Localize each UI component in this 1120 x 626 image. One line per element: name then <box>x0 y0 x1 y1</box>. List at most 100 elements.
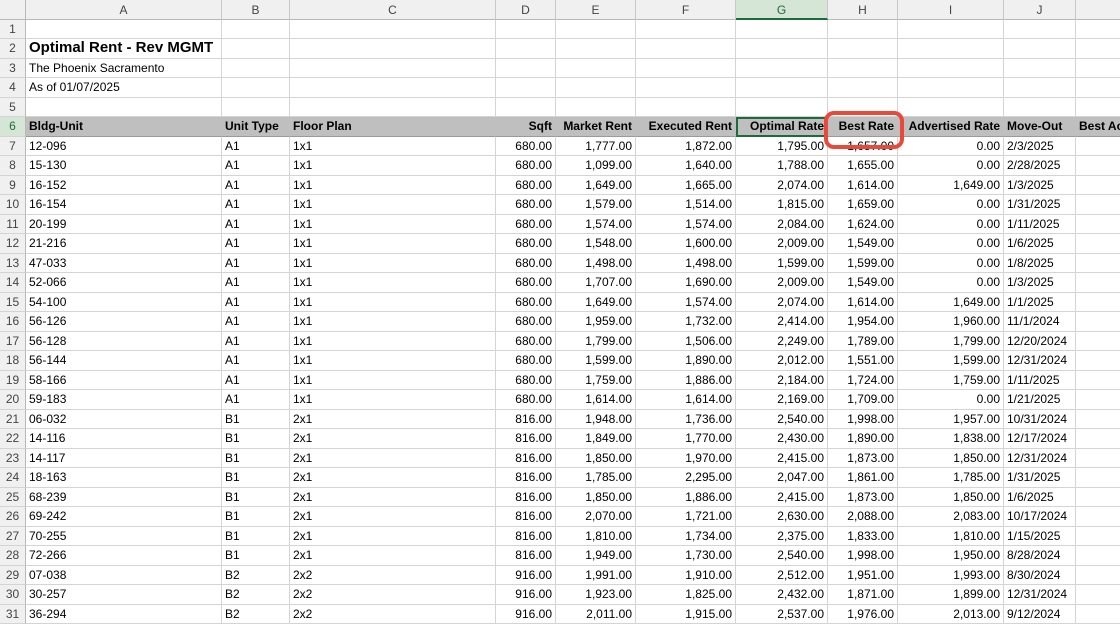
data-cell[interactable]: B1 <box>222 409 290 429</box>
data-cell[interactable]: 1x1 <box>290 273 496 293</box>
row-header-8[interactable]: 8 <box>0 156 26 176</box>
data-cell[interactable]: 816.00 <box>496 546 556 566</box>
cell[interactable] <box>222 97 290 117</box>
data-cell[interactable]: 10/17/2024 <box>1004 507 1076 527</box>
cell[interactable] <box>898 19 1004 39</box>
data-cell[interactable]: 1,950.00 <box>898 546 1004 566</box>
header-best-rate[interactable]: Best Rate <box>828 117 898 137</box>
data-cell[interactable]: 1/3/2025 <box>1004 273 1076 293</box>
data-cell[interactable]: 1,825.00 <box>636 585 736 605</box>
data-cell[interactable]: 1,998.00 <box>828 546 898 566</box>
cell[interactable] <box>496 78 556 98</box>
cell[interactable] <box>222 58 290 78</box>
data-cell[interactable]: 2x1 <box>290 526 496 546</box>
data-cell[interactable]: A1 <box>222 273 290 293</box>
data-cell[interactable]: 1,959.00 <box>556 312 636 332</box>
data-cell[interactable]: 1,960.00 <box>898 312 1004 332</box>
data-cell[interactable]: A1 <box>222 253 290 273</box>
cell[interactable] <box>222 78 290 98</box>
data-cell[interactable]: 680.00 <box>496 136 556 156</box>
cell[interactable] <box>1004 58 1076 78</box>
cell[interactable] <box>556 39 636 59</box>
data-cell[interactable]: 1x1 <box>290 195 496 215</box>
column-header-d[interactable]: D <box>496 0 556 20</box>
data-cell[interactable] <box>1076 410 1120 429</box>
header-best-ac[interactable]: Best Ac <box>1076 117 1120 137</box>
cell[interactable] <box>290 19 496 39</box>
data-cell[interactable]: B2 <box>222 565 290 585</box>
row-header-1[interactable]: 1 <box>0 19 26 39</box>
data-cell[interactable]: 1,970.00 <box>636 448 736 468</box>
data-cell[interactable] <box>1076 312 1120 332</box>
data-cell[interactable]: 2,630.00 <box>736 507 828 527</box>
column-header-g[interactable]: G <box>736 0 828 20</box>
header-sqft[interactable]: Sqft <box>496 117 556 137</box>
data-cell[interactable]: 1,659.00 <box>828 195 898 215</box>
data-cell[interactable]: 30-257 <box>26 585 222 605</box>
data-cell[interactable]: 1/31/2025 <box>1004 468 1076 488</box>
data-cell[interactable]: 1,871.00 <box>828 585 898 605</box>
data-cell[interactable]: 1,721.00 <box>636 507 736 527</box>
cell[interactable] <box>828 58 898 78</box>
cell[interactable] <box>736 58 828 78</box>
cell[interactable] <box>636 58 736 78</box>
data-cell[interactable]: 2x1 <box>290 409 496 429</box>
data-cell[interactable]: 2x1 <box>290 429 496 449</box>
data-cell[interactable]: 1,732.00 <box>636 312 736 332</box>
data-cell[interactable]: 1,777.00 <box>556 136 636 156</box>
cell[interactable] <box>828 19 898 39</box>
data-cell[interactable]: 1x1 <box>290 351 496 371</box>
data-cell[interactable]: A1 <box>222 370 290 390</box>
cell[interactable] <box>1076 59 1120 78</box>
data-cell[interactable]: 680.00 <box>496 156 556 176</box>
data-cell[interactable]: 2,512.00 <box>736 565 828 585</box>
data-cell[interactable]: 916.00 <box>496 565 556 585</box>
data-cell[interactable]: 56-128 <box>26 331 222 351</box>
cell[interactable] <box>636 78 736 98</box>
data-cell[interactable]: 1,795.00 <box>736 136 828 156</box>
data-cell[interactable]: 1,948.00 <box>556 409 636 429</box>
data-cell[interactable]: 12/31/2024 <box>1004 351 1076 371</box>
data-cell[interactable]: 0.00 <box>898 273 1004 293</box>
data-cell[interactable]: 1,649.00 <box>556 292 636 312</box>
data-cell[interactable]: 1,709.00 <box>828 390 898 410</box>
data-cell[interactable]: B1 <box>222 487 290 507</box>
cell[interactable] <box>222 39 290 59</box>
data-cell[interactable]: 21-216 <box>26 234 222 254</box>
data-cell[interactable]: 1,599.00 <box>736 253 828 273</box>
column-header-k[interactable]: K <box>1076 0 1120 20</box>
data-cell[interactable]: B1 <box>222 526 290 546</box>
data-cell[interactable]: 1x1 <box>290 292 496 312</box>
header-move-out[interactable]: Move-Out <box>1004 117 1076 137</box>
data-cell[interactable]: 06-032 <box>26 409 222 429</box>
data-cell[interactable] <box>1076 527 1120 546</box>
data-cell[interactable]: 2,169.00 <box>736 390 828 410</box>
cell[interactable] <box>556 58 636 78</box>
data-cell[interactable]: 2x1 <box>290 507 496 527</box>
header-optimal-rate[interactable]: Optimal Rate <box>736 117 828 137</box>
data-cell[interactable]: 816.00 <box>496 409 556 429</box>
data-cell[interactable] <box>1076 215 1120 234</box>
data-cell[interactable]: 816.00 <box>496 448 556 468</box>
data-cell[interactable]: 680.00 <box>496 175 556 195</box>
data-cell[interactable]: 0.00 <box>898 234 1004 254</box>
row-header-9[interactable]: 9 <box>0 175 26 195</box>
data-cell[interactable]: 2,012.00 <box>736 351 828 371</box>
data-cell[interactable]: 11/1/2024 <box>1004 312 1076 332</box>
data-cell[interactable]: 1/6/2025 <box>1004 234 1076 254</box>
data-cell[interactable]: A1 <box>222 312 290 332</box>
data-cell[interactable]: 1,910.00 <box>636 565 736 585</box>
data-cell[interactable]: A1 <box>222 156 290 176</box>
row-header-4[interactable]: 4 <box>0 78 26 98</box>
data-cell[interactable]: 10/31/2024 <box>1004 409 1076 429</box>
data-cell[interactable]: 1,665.00 <box>636 175 736 195</box>
row-header-26[interactable]: 26 <box>0 507 26 527</box>
data-cell[interactable]: 1,498.00 <box>636 253 736 273</box>
data-cell[interactable]: 1x1 <box>290 136 496 156</box>
data-cell[interactable]: 1,890.00 <box>828 429 898 449</box>
data-cell[interactable]: 1,514.00 <box>636 195 736 215</box>
data-cell[interactable]: 15-130 <box>26 156 222 176</box>
data-cell[interactable]: 1,810.00 <box>898 526 1004 546</box>
data-cell[interactable]: 1,690.00 <box>636 273 736 293</box>
row-header-5[interactable]: 5 <box>0 97 26 117</box>
